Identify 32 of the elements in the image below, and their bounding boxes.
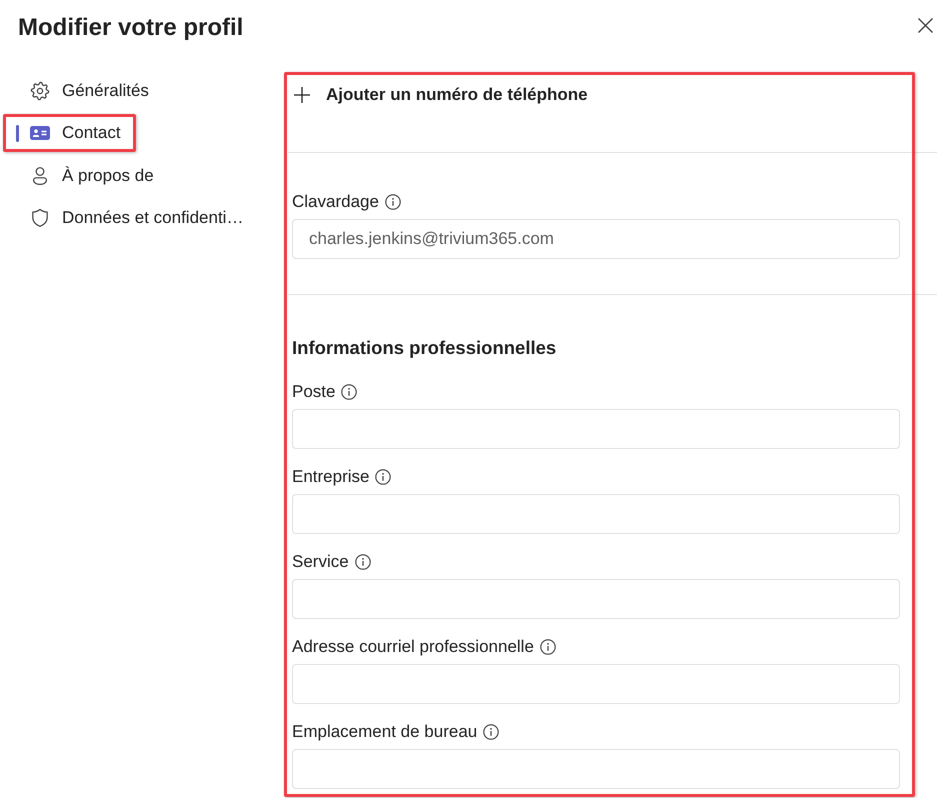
info-icon[interactable] <box>540 639 556 655</box>
field-label: Poste <box>292 382 336 402</box>
close-icon[interactable] <box>918 18 933 33</box>
nav-item[interactable]: Contact <box>3 114 136 152</box>
section-heading: Informations professionnelles <box>292 336 558 360</box>
person-icon <box>30 166 50 186</box>
text-field[interactable] <box>292 664 900 704</box>
info-icon[interactable] <box>354 554 371 570</box>
info-icon[interactable] <box>483 724 500 740</box>
gear-icon <box>30 81 50 101</box>
info-icon[interactable] <box>341 384 358 400</box>
field-label: Emplacement de bureau <box>292 722 478 742</box>
text-field[interactable] <box>292 579 900 619</box>
dialog-title: Modifier votre profil <box>18 14 244 42</box>
shield-icon <box>30 208 50 228</box>
field-label: Adresse courriel professionnelle <box>292 637 534 657</box>
plus-icon <box>294 87 310 103</box>
field-label: Service <box>292 552 349 572</box>
field-label: Clavardage <box>292 192 379 212</box>
text-field[interactable] <box>292 409 900 449</box>
nav-item[interactable]: Généralités <box>3 72 158 110</box>
nav-item[interactable]: Données et confidenti… <box>3 199 252 238</box>
info-icon[interactable] <box>384 194 401 210</box>
nav-item[interactable]: À propos de <box>3 156 163 195</box>
info-icon[interactable] <box>375 469 392 485</box>
field-label: Entreprise <box>292 467 370 487</box>
chat-field[interactable]: charles.jenkins@trivium365.com <box>292 219 900 259</box>
contact-card-icon <box>30 126 50 140</box>
add-phone-button[interactable]: Ajouter un numéro de téléphone <box>292 79 590 111</box>
text-field[interactable] <box>292 494 900 534</box>
text-field[interactable] <box>292 749 900 789</box>
selection-indicator <box>16 124 19 142</box>
